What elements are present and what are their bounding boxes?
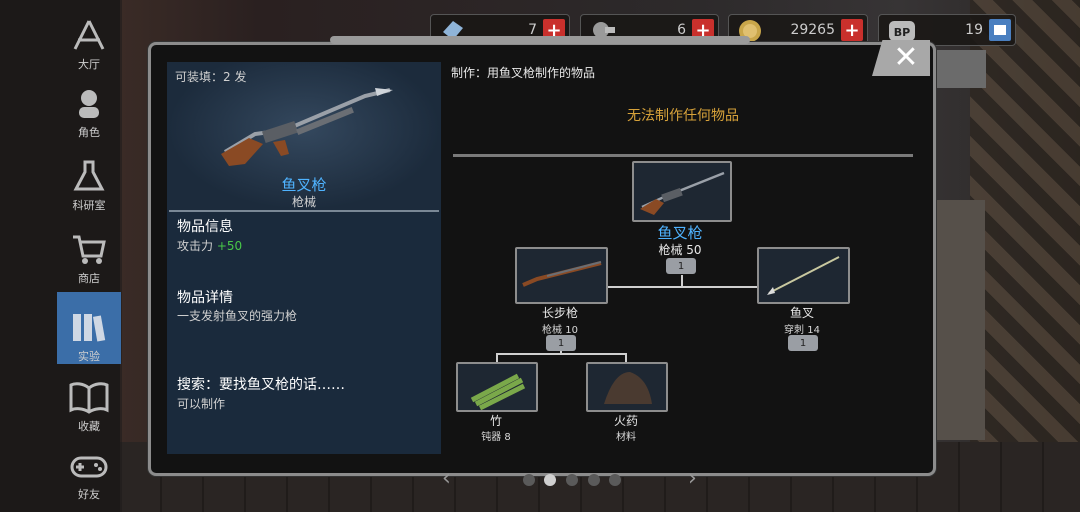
item-name: 鱼叉枪 (281, 176, 327, 194)
bamboo-name: 竹 (489, 414, 502, 428)
sidebar-item-friends[interactable]: 好友 (57, 430, 121, 502)
root-name: 鱼叉枪 (657, 224, 703, 242)
bamboo-image (470, 373, 526, 411)
wallpaper-decor (970, 0, 1080, 512)
svg-text:BP: BP (894, 26, 910, 39)
sidebar-item-character[interactable]: 角色 (57, 68, 121, 140)
add-coin-button[interactable]: + (841, 19, 863, 41)
search-text: 可以制作 (177, 397, 226, 411)
side-tab (930, 50, 986, 88)
gunpowder-stat: 材料 (616, 432, 636, 443)
info-heading: 物品信息 (177, 219, 233, 235)
add-bp-button[interactable] (989, 19, 1011, 41)
open-book-icon (69, 382, 109, 414)
gunpowder-image (604, 372, 652, 404)
gamepad-icon (70, 456, 108, 478)
recipe-node-gunpowder[interactable] (586, 362, 668, 412)
long-rifle-stat: 枪械 10 (542, 325, 578, 336)
root-stat: 枪械 50 (658, 243, 702, 257)
books-icon (73, 314, 106, 342)
harpoon-count-badge: 1 (788, 335, 818, 351)
item-hero: 可装填：2 发 鱼叉枪 枪械 (167, 62, 441, 210)
page-dot[interactable] (609, 474, 621, 486)
cart-icon (73, 235, 106, 264)
long-rifle-count-badge: 1 (546, 335, 576, 351)
card-icon (994, 25, 1006, 35)
stat-value: +50 (216, 239, 243, 253)
resource-value: 19 (965, 22, 983, 38)
page-dot[interactable] (566, 474, 578, 486)
detail-heading: 物品详情 (177, 290, 233, 306)
page-dot[interactable] (523, 474, 535, 486)
sidebar-item-label: 科研室 (72, 199, 106, 212)
sidebar-item-collection[interactable]: 收藏 (57, 362, 121, 434)
detail-text: 一支发射鱼叉的强力枪 (177, 309, 298, 323)
harpoon-image (767, 256, 840, 295)
craft-divider (453, 154, 913, 157)
root-count-badge: 1 (666, 258, 696, 274)
craft-empty-message: 无法制作任何物品 (627, 108, 739, 124)
harpoon-gun-image (640, 171, 725, 215)
prev-page-button[interactable]: ‹ (442, 466, 451, 491)
sidebar-item-experiment[interactable]: 实验 (57, 292, 121, 364)
recipe-node-long-rifle[interactable] (515, 247, 608, 304)
sidebar-item-label: 商店 (78, 272, 100, 285)
wall-decor (935, 200, 985, 440)
long-rifle-image (522, 261, 602, 287)
sidebar-item-label: 好友 (78, 488, 100, 501)
harpoon-stat: 穿刺 14 (784, 325, 820, 336)
resource-value: 29265 (790, 22, 835, 38)
item-category: 枪械 (291, 195, 316, 209)
panel-handle (330, 36, 750, 44)
character-icon (79, 90, 99, 118)
craft-header: 制作：用鱼叉枪制作的物品 (451, 66, 596, 80)
divider (169, 210, 439, 212)
next-page-button[interactable]: › (688, 466, 697, 491)
harpoon-name: 鱼叉 (789, 306, 814, 320)
sidebar-item-lab[interactable]: 科研室 (57, 141, 121, 213)
sidebar-item-shop[interactable]: 商店 (57, 214, 121, 286)
lobby-icon (73, 20, 105, 50)
gunpowder-name: 火药 (613, 414, 638, 428)
sidebar: 大厅 角色 科研室 商店 实验 收藏 好友 (0, 0, 122, 512)
recipe-node-bamboo[interactable] (456, 362, 538, 412)
search-heading: 搜索：要找鱼叉枪的话…… (177, 377, 345, 393)
sidebar-item-lobby[interactable]: 大厅 (57, 0, 121, 72)
page-dot[interactable] (588, 474, 600, 486)
sidebar-item-label: 角色 (78, 126, 100, 139)
recipe-node-harpoon[interactable] (757, 247, 850, 304)
long-rifle-name: 长步枪 (541, 306, 578, 320)
item-info-column: 可装填：2 发 鱼叉枪 枪械 物品信息 攻击力 +50 物品详情 一支发射鱼叉的… (167, 62, 441, 454)
flask-icon (73, 160, 105, 191)
recipe-node-root[interactable] (632, 161, 732, 222)
stat-row: 攻击力 +50 (177, 237, 242, 254)
page-dot-active[interactable] (544, 474, 556, 486)
close-icon: ✕ (893, 40, 919, 75)
stat-label: 攻击力 (177, 239, 214, 253)
bamboo-stat: 钝器 8 (481, 432, 511, 443)
harpoon-gun-image (221, 88, 393, 166)
